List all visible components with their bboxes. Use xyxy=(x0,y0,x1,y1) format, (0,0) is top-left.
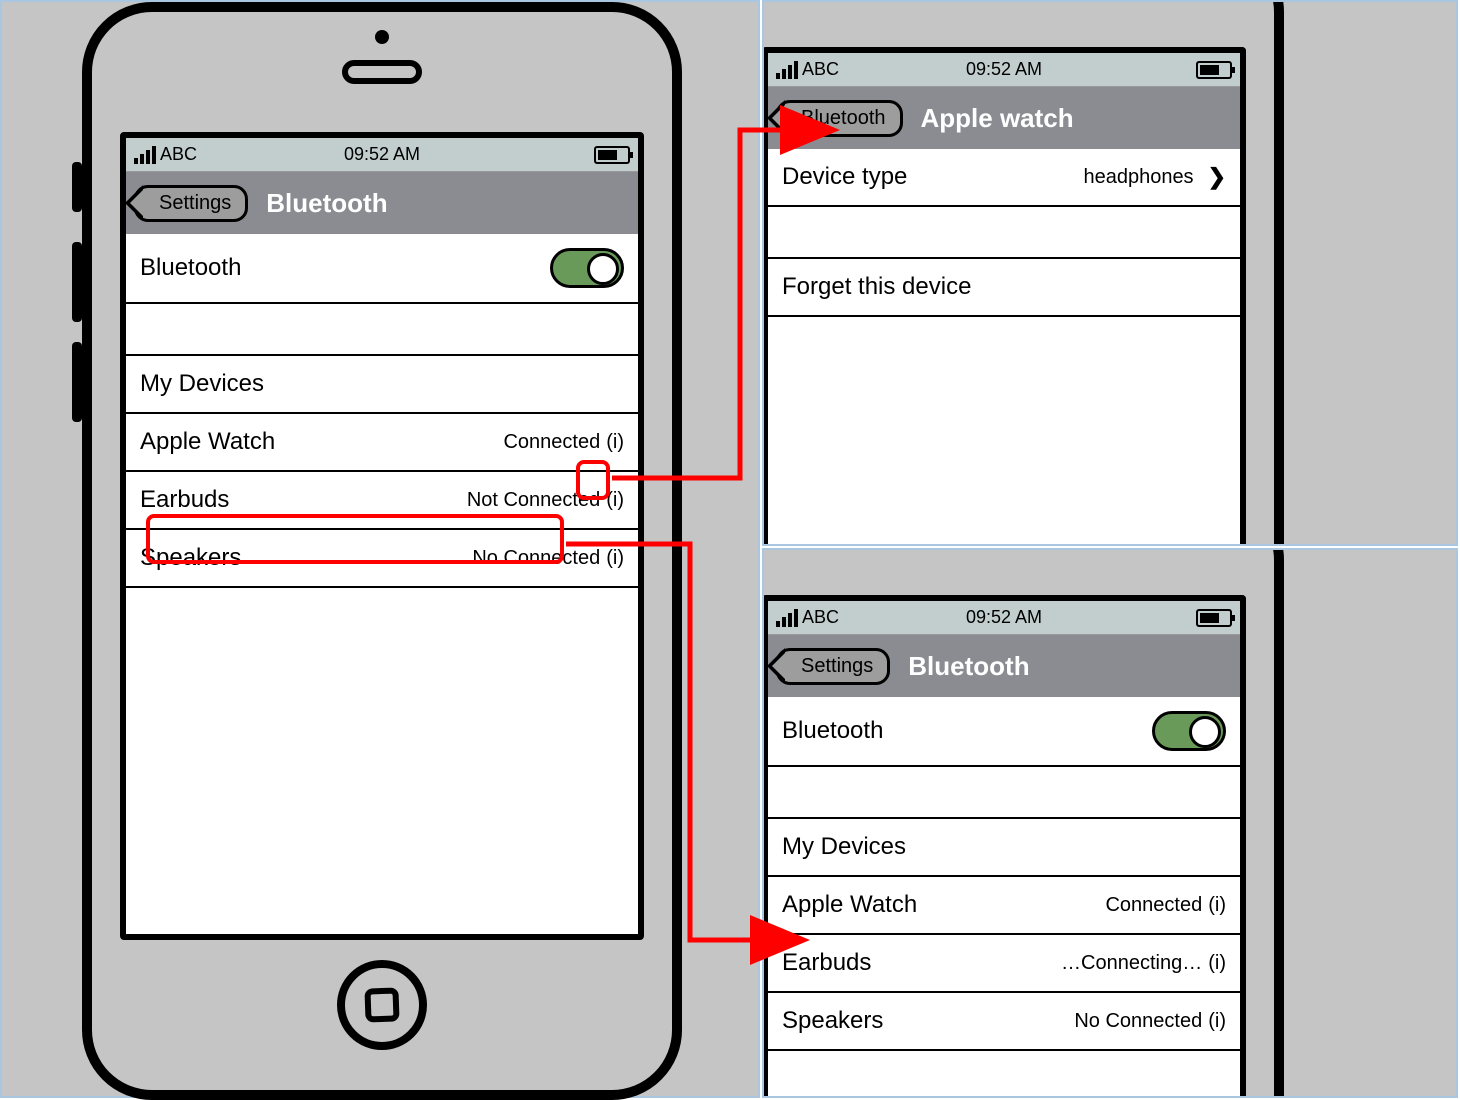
page-title: Bluetooth xyxy=(266,188,387,219)
panel-device-detail: ABC 09:52 AM Bluetooth Apple watch Devic… xyxy=(762,0,1458,546)
device-name: Earbuds xyxy=(782,949,871,977)
info-icon[interactable]: (i) xyxy=(1208,952,1226,975)
signal-icon xyxy=(134,146,156,164)
device-row-earbuds[interactable]: Earbuds Not Connected (i) xyxy=(126,472,638,530)
device-status: No Connected xyxy=(472,547,600,570)
clock-label: 09:52 AM xyxy=(966,607,1042,628)
panel-connecting: ABC 09:52 AM Settings Bluetooth Bluetoot… xyxy=(762,548,1458,1098)
info-icon[interactable]: (i) xyxy=(606,547,624,570)
device-status: Connected xyxy=(503,431,600,454)
chevron-right-icon: ❯ xyxy=(1208,164,1226,190)
phone-frame: ABC 09:52 AM Settings Bluetooth Bluetoot… xyxy=(762,548,1284,1098)
spacer xyxy=(768,767,1240,819)
device-status: Connected xyxy=(1105,894,1202,917)
screen-bluetooth-list: ABC 09:52 AM Settings Bluetooth Bluetoot… xyxy=(120,132,644,940)
page-title: Bluetooth xyxy=(908,651,1029,682)
spacer xyxy=(768,207,1240,259)
bluetooth-toggle[interactable] xyxy=(1152,711,1226,751)
section-header-label: My Devices xyxy=(140,370,264,398)
phone-frame: ABC 09:52 AM Settings Bluetooth Bluetoot… xyxy=(82,2,682,1100)
device-type-row[interactable]: Device type headphones ❯ xyxy=(768,149,1240,207)
device-name: Apple Watch xyxy=(140,428,275,456)
section-header-label: My Devices xyxy=(782,833,906,861)
device-type-value: headphones xyxy=(1083,166,1193,189)
device-row-speakers[interactable]: Speakers No Connected (i) xyxy=(126,530,638,588)
clock-label: 09:52 AM xyxy=(344,144,420,165)
my-devices-header: My Devices xyxy=(768,819,1240,877)
info-icon[interactable]: (i) xyxy=(1208,894,1226,917)
back-button[interactable]: Bluetooth xyxy=(776,100,903,137)
info-icon[interactable]: (i) xyxy=(606,489,624,512)
signal-icon xyxy=(776,61,798,79)
device-name: Speakers xyxy=(782,1007,883,1035)
bluetooth-toggle-row: Bluetooth xyxy=(768,697,1240,767)
panel-main: ABC 09:52 AM Settings Bluetooth Bluetoot… xyxy=(0,0,760,1098)
spacer xyxy=(126,304,638,356)
page-title: Apple watch xyxy=(921,103,1074,134)
nav-bar: Bluetooth Apple watch xyxy=(768,87,1240,149)
forget-device-row[interactable]: Forget this device xyxy=(768,259,1240,317)
carrier-label: ABC xyxy=(160,144,197,165)
device-row-earbuds[interactable]: Earbuds …Connecting… (i) xyxy=(768,935,1240,993)
back-button[interactable]: Settings xyxy=(134,185,248,222)
device-name: Speakers xyxy=(140,544,241,572)
home-button[interactable] xyxy=(337,960,427,1050)
clock-label: 09:52 AM xyxy=(966,59,1042,80)
battery-icon xyxy=(1196,61,1232,79)
toggle-label: Bluetooth xyxy=(782,717,883,745)
battery-icon xyxy=(594,146,630,164)
status-bar: ABC 09:52 AM xyxy=(768,53,1240,87)
status-bar: ABC 09:52 AM xyxy=(126,138,638,172)
phone-frame: ABC 09:52 AM Bluetooth Apple watch Devic… xyxy=(762,0,1284,546)
device-type-label: Device type xyxy=(782,163,907,191)
nav-bar: Settings Bluetooth xyxy=(126,172,638,234)
bluetooth-toggle[interactable] xyxy=(550,248,624,288)
info-icon[interactable]: (i) xyxy=(1208,1010,1226,1033)
screen-device-detail: ABC 09:52 AM Bluetooth Apple watch Devic… xyxy=(762,47,1246,546)
device-name: Earbuds xyxy=(140,486,229,514)
my-devices-header: My Devices xyxy=(126,356,638,414)
screen-bluetooth-connecting: ABC 09:52 AM Settings Bluetooth Bluetoot… xyxy=(762,595,1246,1098)
nav-bar: Settings Bluetooth xyxy=(768,635,1240,697)
status-bar: ABC 09:52 AM xyxy=(768,601,1240,635)
bluetooth-toggle-row: Bluetooth xyxy=(126,234,638,304)
carrier-label: ABC xyxy=(802,59,839,80)
forget-device-label: Forget this device xyxy=(782,273,971,301)
device-row-apple-watch[interactable]: Apple Watch Connected (i) xyxy=(768,877,1240,935)
device-row-speakers[interactable]: Speakers No Connected (i) xyxy=(768,993,1240,1051)
device-name: Apple Watch xyxy=(782,891,917,919)
device-status: Not Connected xyxy=(467,489,600,512)
info-icon[interactable]: (i) xyxy=(606,431,624,454)
device-status: …Connecting… xyxy=(1061,952,1202,975)
carrier-label: ABC xyxy=(802,607,839,628)
toggle-label: Bluetooth xyxy=(140,254,241,282)
device-status: No Connected xyxy=(1074,1010,1202,1033)
signal-icon xyxy=(776,609,798,627)
device-row-apple-watch[interactable]: Apple Watch Connected (i) xyxy=(126,414,638,472)
back-button[interactable]: Settings xyxy=(776,648,890,685)
battery-icon xyxy=(1196,609,1232,627)
